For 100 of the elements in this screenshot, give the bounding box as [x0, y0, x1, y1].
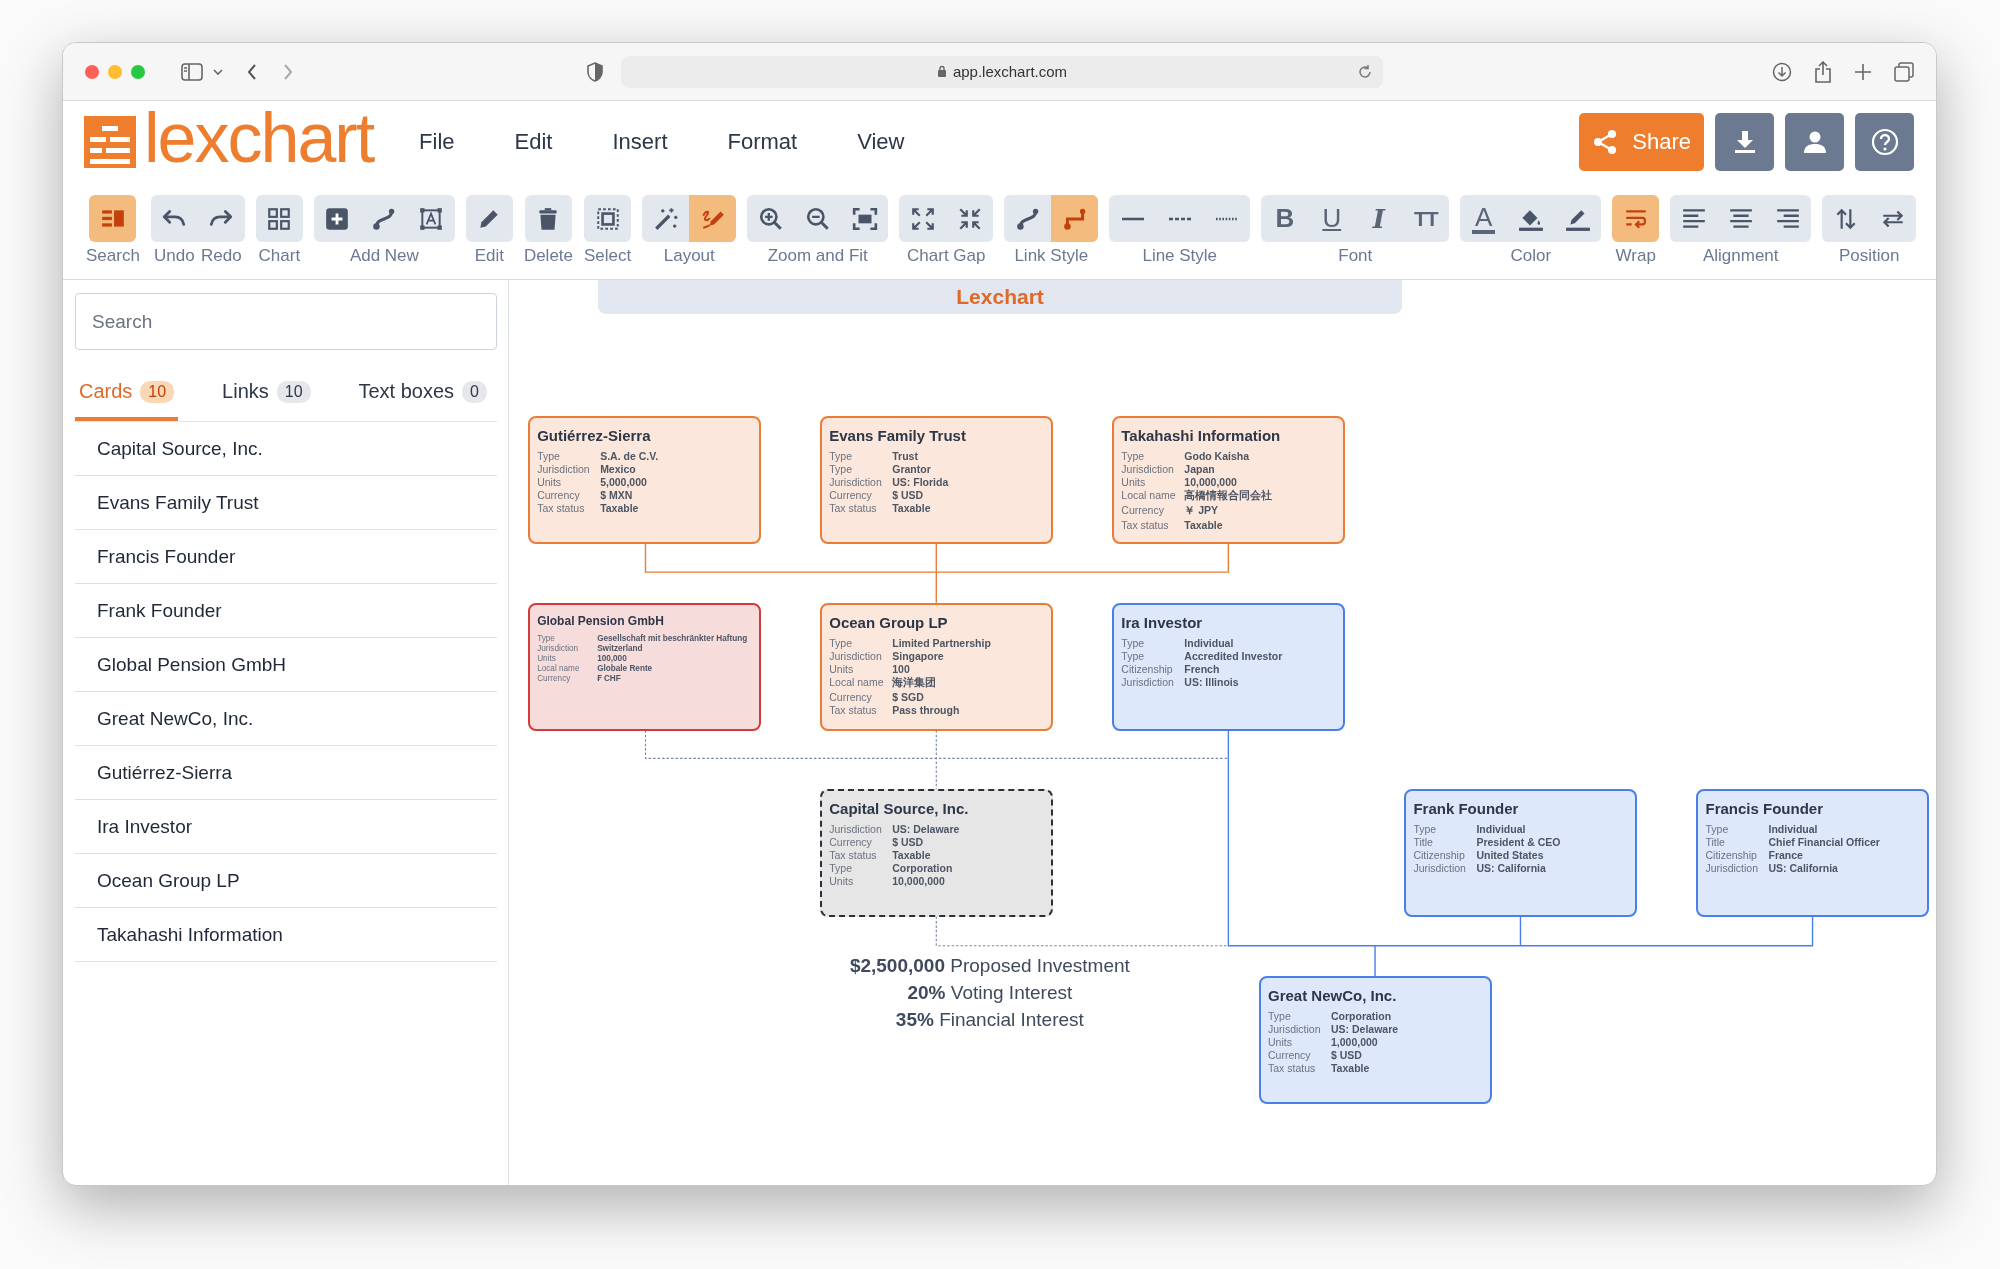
menu-item[interactable]: Edit	[502, 123, 565, 161]
field-label: Jurisdiction	[829, 822, 883, 835]
back-icon[interactable]	[247, 62, 257, 81]
entity-card[interactable]: Evans Family Trust Type Trust Type Grantor Jurisdiction US: Florida Currency $ USD Tax status Taxable	[820, 416, 1054, 545]
field-label: Units	[829, 874, 855, 887]
field-label: Units	[1121, 476, 1147, 489]
grid-icon	[266, 205, 293, 232]
field-label: Type	[829, 463, 853, 476]
menu-item[interactable]: Insert	[600, 123, 680, 161]
toolbar-button[interactable]	[89, 195, 137, 242]
tab[interactable]: Text boxes 0	[354, 380, 491, 421]
card-list-item[interactable]: Capital Source, Inc.	[75, 422, 497, 476]
card-list-item[interactable]: Evans Family Trust	[75, 476, 497, 530]
toolbar-button[interactable]: I	[1355, 195, 1403, 242]
menu-item[interactable]: Format	[715, 123, 810, 161]
field-label: Title	[1413, 835, 1434, 848]
toolbar-label: Wrap	[1615, 246, 1656, 266]
entity-card[interactable]: Great NewCo, Inc. Type Corporation Jurisdiction US: Delaware Units 1,000,000 Currency $ USD Tax status Taxable	[1259, 976, 1492, 1105]
toolbar-button[interactable]	[1612, 195, 1660, 242]
field-value: S.A. de C.V.	[600, 450, 660, 463]
card-list-item[interactable]: Great NewCo, Inc.	[75, 692, 497, 746]
card-list-item[interactable]: Global Pension GmbH	[75, 638, 497, 692]
field-label: Type	[537, 633, 556, 643]
field-label: Tax status	[829, 703, 878, 716]
toolbar-button[interactable]	[689, 195, 737, 242]
toolbar-label: Delete	[523, 246, 573, 266]
menu-item[interactable]: View	[845, 123, 917, 161]
field-value: Taxable	[1184, 519, 1224, 532]
entity-card[interactable]: Global Pension GmbH Type Gesellschaft mit beschränkter Haftung Jurisdiction Switzerland Units 100,000 Local name Globale Rente Currency ₣ CHF	[528, 602, 762, 731]
zoom-out-icon	[804, 205, 831, 232]
chevron-down-icon[interactable]	[213, 67, 223, 76]
field-value: Trust	[892, 450, 919, 463]
account-button[interactable]	[1785, 113, 1844, 171]
sidebar-icon[interactable]	[181, 62, 203, 81]
field-value: 1,000,000	[1331, 1036, 1379, 1049]
card-list-item[interactable]: Ira Investor	[75, 800, 497, 854]
field-value: United States	[1476, 848, 1545, 861]
menu-item[interactable]: File	[407, 123, 467, 161]
field-label: Units	[829, 662, 855, 675]
card-title: Gutiérrez-Sierra	[537, 427, 652, 445]
card-list-item[interactable]: Takahashi Information	[75, 908, 497, 962]
toolbar-label: Line Style	[1142, 246, 1218, 266]
field-label: Tax status	[1268, 1062, 1317, 1075]
tab[interactable]: Links 10	[218, 380, 315, 421]
toolbar-label: Select	[584, 246, 632, 266]
close-icon[interactable]	[85, 64, 99, 79]
entity-card[interactable]: Ocean Group LP Type Limited Partnership Jurisdiction Singapore Units 100 Local name 海洋集团 Currency $ SGD Tax status Pass through	[820, 602, 1054, 731]
toolbar-label: Chart Gap	[907, 246, 986, 266]
field-value: 海洋集团	[892, 675, 938, 690]
field-value: Accredited Investor	[1184, 649, 1284, 662]
field-value: France	[1768, 848, 1804, 861]
entity-card[interactable]: Francis Founder Type Individual Title Chief Financial Officer Citizenship France Jurisdiction US: California	[1696, 788, 1930, 917]
field-value: Taxable	[892, 848, 932, 861]
search-field[interactable]: Search	[75, 293, 497, 350]
entity-card[interactable]: Gutiérrez-Sierra Type S.A. de C.V. Jurisdiction Mexico Units 5,000,000 Currency $ MXN Tax status Taxable	[528, 416, 762, 545]
field-value: 10,000,000	[1184, 476, 1238, 489]
field-value: Pass through	[892, 703, 961, 716]
field-value: US: Florida	[892, 476, 950, 489]
tabs-icon[interactable]	[1894, 61, 1914, 82]
entity-card[interactable]: Frank Founder Type Individual Title President & CEO Citizenship United States Jurisdiction US: California	[1404, 788, 1638, 917]
field-label: Units	[537, 476, 563, 489]
toolbar-button[interactable]: U	[1308, 195, 1356, 242]
address-bar[interactable]: app.lexchart.com	[621, 55, 1383, 88]
card-list-item[interactable]: Gutiérrez-Sierra	[75, 746, 497, 800]
field-label: Currency	[537, 489, 581, 502]
shield-icon[interactable]	[587, 61, 603, 82]
field-value: 100	[892, 662, 911, 675]
entity-card[interactable]: Ira Investor Type Individual Type Accredited Investor Citizenship French Jurisdiction US: Illinois	[1112, 602, 1346, 731]
field-value: Taxable	[892, 502, 932, 515]
field-label: Citizenship	[1121, 662, 1174, 675]
lock-icon	[936, 65, 947, 78]
card-title: Takahashi Information	[1121, 427, 1282, 445]
card-list-item[interactable]: Francis Founder	[75, 530, 497, 584]
field-value: ₣ CHF	[597, 673, 622, 683]
field-label: Jurisdiction	[537, 643, 580, 653]
field-label: Citizenship	[1705, 848, 1758, 861]
card-list-item[interactable]: Ocean Group LP	[75, 854, 497, 908]
share-icon[interactable]	[1814, 60, 1832, 83]
field-value: Singapore	[892, 649, 945, 662]
tab[interactable]: Cards 10	[75, 380, 179, 421]
help-button[interactable]	[1855, 113, 1914, 171]
field-value: French	[1184, 662, 1221, 675]
field-label: Jurisdiction	[1121, 463, 1175, 476]
field-label: Type	[829, 636, 853, 649]
field-value: $ USD	[892, 489, 925, 502]
select-icon	[594, 205, 621, 232]
field-value: Globale Rente	[597, 663, 654, 673]
toolbar-button[interactable]: B	[1261, 195, 1309, 242]
reload-icon[interactable]	[1357, 63, 1373, 80]
card-list-item[interactable]: Frank Founder	[75, 584, 497, 638]
toolbar-button[interactable]: TT	[1402, 195, 1450, 242]
new-tab-icon[interactable]	[1854, 62, 1872, 81]
download-icon[interactable]	[1772, 61, 1792, 82]
investment-note: $2,500,000 Proposed Investment	[849, 954, 1130, 976]
entity-card[interactable]: Capital Source, Inc. Jurisdiction US: Delaware Currency $ USD Tax status Taxable Type Corporation Units 10,000,000	[820, 788, 1054, 917]
field-label: Jurisdiction	[1121, 675, 1175, 688]
toolbar-button[interactable]	[1051, 195, 1099, 242]
card-title: Francis Founder	[1705, 799, 1824, 817]
download-button[interactable]	[1715, 113, 1774, 171]
entity-card[interactable]: Takahashi Information Type Godo Kaisha Jurisdiction Japan Units 10,000,000 Local name 高橋情報合同会社 Currency ￥ JPY Tax status Taxable	[1112, 416, 1346, 545]
